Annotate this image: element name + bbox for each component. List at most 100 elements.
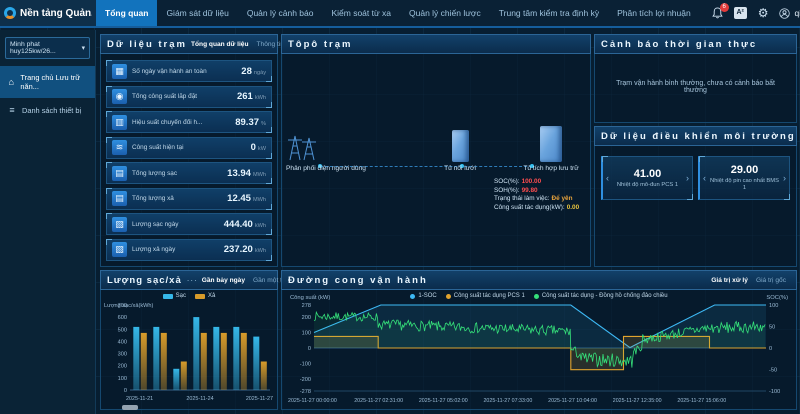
stat-label: Lượng sạc ngày: [132, 221, 219, 228]
tab-curve-0[interactable]: Giá trị xử lý: [707, 275, 752, 286]
svg-text:50: 50: [769, 325, 775, 331]
storage-info-line: SOH(%):99.80: [494, 187, 579, 196]
svg-text:2025-11-24: 2025-11-24: [186, 396, 213, 402]
env-value: 41.00: [612, 168, 683, 180]
power-towers-icon: [286, 132, 320, 162]
legend-label: Công suất tác dụng - Đồng hồ chống đảo c…: [542, 293, 668, 299]
stat-icon: ▧: [112, 217, 127, 232]
stat-unit: MWh: [253, 197, 266, 203]
stat-label: Số ngày vận hành an toàn: [132, 68, 236, 75]
notifications-button[interactable]: 6: [712, 7, 723, 19]
sidebar-items: ⌂Trang chủ Lưu trữ năn...≡Danh sách thiế…: [0, 66, 95, 122]
stat-row-4: ▤Tổng lượng sạc13.94MWh: [106, 162, 272, 184]
legend-item-0[interactable]: Sạc: [163, 293, 186, 299]
tab-charge-0[interactable]: Gần bảy ngày: [198, 275, 249, 286]
svg-text:600: 600: [118, 315, 127, 321]
nav-item-1[interactable]: Giám sát dữ liệu: [157, 0, 237, 26]
grid-cabinet-node[interactable]: Tủ nối lưới: [430, 130, 490, 172]
tab-curve-1[interactable]: Giá trị gốc: [752, 275, 790, 286]
operation-curve-panel: Đường cong vận hành Giá trị xử lýGiá trị…: [281, 270, 797, 410]
legend-marker: [446, 294, 451, 299]
nav-item-0[interactable]: Tổng quan: [96, 0, 157, 26]
svg-text:-278: -278: [300, 389, 311, 395]
station-data-panel: Dữ liệu trạm Tổng quan dữ liệuThông tin …: [100, 34, 278, 267]
nav-item-2[interactable]: Quản lý cảnh báo: [238, 0, 323, 26]
storage-info-value: Để yên: [552, 195, 573, 202]
legend-item-2[interactable]: Công suất tác dụng - Đồng hồ chống đảo c…: [534, 293, 668, 299]
svg-text:400: 400: [118, 339, 127, 345]
nav-item-4[interactable]: Quản lý chiến lược: [400, 0, 490, 26]
top-navbar: Nền tảng Quản... Tổng quanGiám sát dữ li…: [0, 0, 800, 28]
environment-cards: ‹41.00Nhiệt độ mô-đun PCS 1›‹29.00Nhiệt …: [595, 146, 796, 210]
sidebar-item-label: Danh sách thiết bị: [22, 106, 81, 115]
stat-value: 261kWh: [237, 91, 266, 102]
svg-text:2025-11-27 12:35:00: 2025-11-27 12:35:00: [613, 398, 662, 404]
svg-text:2025-11-27 07:33:00: 2025-11-27 07:33:00: [483, 398, 532, 404]
svg-text:700: 700: [118, 303, 127, 309]
station-select[interactable]: Minh phat huy125kw/26... ▾: [5, 37, 90, 59]
right-axis-title: SOC(%): [766, 295, 788, 301]
line-chart: 2782001000-100-200-278100500-50-1002025-…: [286, 300, 794, 404]
svg-text:2025-11-27 00:00:00: 2025-11-27 00:00:00: [288, 398, 337, 404]
legend-item-0[interactable]: 1-SOC: [410, 293, 436, 299]
legend-marker: [534, 294, 539, 299]
stat-row-3: ≋Công suất hiện tại0kW: [106, 137, 272, 159]
grid-supply-node[interactable]: Phân phối điện người dùng: [286, 132, 358, 172]
username: qikechao: [794, 8, 800, 18]
stat-label: Hiệu suất chuyển đổi h...: [132, 119, 230, 126]
prev-arrow-icon[interactable]: ‹: [700, 173, 709, 183]
sidebar-item-0[interactable]: ⌂Trang chủ Lưu trữ năn...: [0, 66, 95, 98]
nav-item-3[interactable]: Kiểm soát từ xa: [322, 0, 400, 26]
legend-item-1[interactable]: Công suất tác dụng PCS 1: [446, 293, 525, 299]
sidebar-item-1[interactable]: ≡Danh sách thiết bị: [0, 98, 95, 122]
svg-text:100: 100: [118, 376, 127, 382]
stat-value: 12.45MWh: [227, 193, 266, 204]
storage-info-line: Trạng thái làm việc:Để yên: [494, 195, 579, 204]
svg-text:200: 200: [118, 364, 127, 370]
storage-cabinet-icon: [540, 126, 562, 162]
legend-label: Xả: [208, 293, 215, 299]
scrollbar-handle[interactable]: [122, 405, 138, 410]
stat-icon: ▥: [112, 115, 127, 130]
stat-row-5: ▤Tổng lượng xả12.45MWh: [106, 188, 272, 210]
environment-panel: Dữ liệu điều khiển môi trường ‹41.00Nhiệ…: [594, 126, 797, 267]
notification-badge: 6: [720, 3, 729, 12]
chevron-down-icon: ▾: [82, 44, 85, 52]
next-arrow-icon[interactable]: ›: [780, 173, 789, 183]
stat-icon: ▧: [112, 242, 127, 257]
stat-value: 13.94MWh: [227, 168, 266, 179]
legend-item-1[interactable]: Xả: [195, 293, 215, 299]
env-card-body: 29.00Nhiệt độ pin cao nhất BMS 1: [709, 164, 780, 192]
stat-unit: kWh: [255, 223, 266, 229]
tab-station-0[interactable]: Tổng quan dữ liệu: [187, 39, 253, 50]
stat-list: ▦Số ngày vận hành an toàn28ngày◉Tổng côn…: [101, 54, 277, 267]
env-label: Nhiệt độ pin cao nhất BMS 1: [709, 178, 780, 192]
nav-item-5[interactable]: Trung tâm kiểm tra định kỳ: [490, 0, 608, 26]
settings-gear-icon[interactable]: ⚙: [758, 7, 769, 19]
sidebar-item-label: Trang chủ Lưu trữ năn...: [20, 73, 88, 91]
svg-text:2025-11-27: 2025-11-27: [246, 396, 273, 402]
svg-text:Lượng sạc/xả(kWh): Lượng sạc/xả(kWh): [104, 303, 154, 309]
stat-icon: ≋: [112, 140, 127, 155]
svg-text:2025-11-27 10:04:00: 2025-11-27 10:04:00: [548, 398, 597, 404]
language-icon[interactable]: A²: [734, 7, 747, 19]
cabinet-icon: [452, 130, 469, 162]
more-options-icon[interactable]: ···: [187, 276, 198, 285]
user-menu[interactable]: qikechao: [779, 8, 800, 19]
stat-unit: MWh: [253, 172, 266, 178]
storage-info-label: SOC(%):: [494, 178, 520, 185]
storage-info-value: 100.00: [522, 178, 542, 185]
next-arrow-icon[interactable]: ›: [683, 173, 692, 183]
svg-text:300: 300: [118, 352, 127, 358]
svg-text:-100: -100: [300, 361, 311, 367]
stat-unit: kWh: [255, 95, 266, 101]
svg-text:2025-11-21: 2025-11-21: [126, 396, 153, 402]
svg-text:2025-11-27 05:02:00: 2025-11-27 05:02:00: [419, 398, 468, 404]
topology-diagram: Phân phối điện người dùng Tủ nối lưới Tủ…: [282, 54, 590, 265]
storage-cabinet-node[interactable]: Tủ tích hợp lưu trữ: [518, 126, 584, 172]
nav-menu: Tổng quanGiám sát dữ liệuQuản lý cảnh bá…: [96, 0, 700, 26]
prev-arrow-icon[interactable]: ‹: [603, 173, 612, 183]
stat-icon: ▤: [112, 166, 127, 181]
logo-icon: [4, 7, 16, 19]
nav-item-6[interactable]: Phân tích lợi nhuận: [608, 0, 700, 26]
